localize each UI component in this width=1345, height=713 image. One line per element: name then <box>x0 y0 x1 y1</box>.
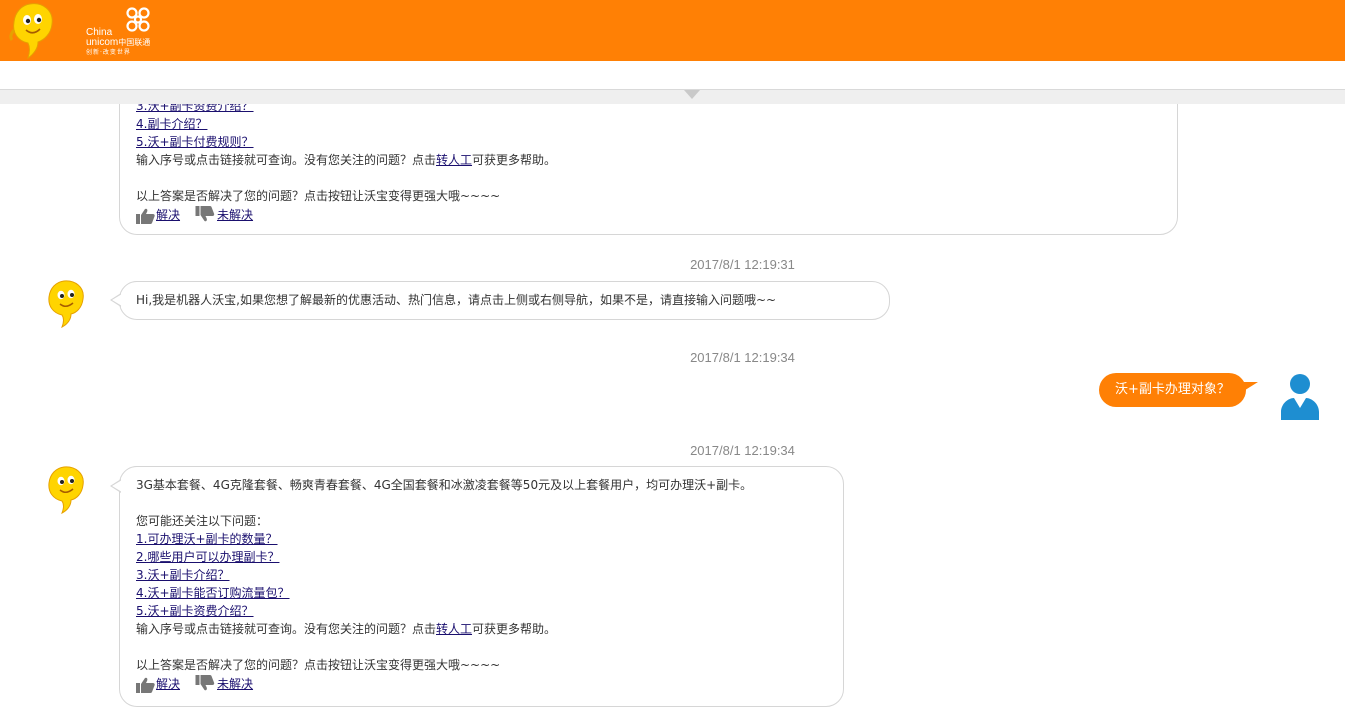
mascot-logo-icon <box>9 3 53 60</box>
thumb-down-icon <box>195 675 215 691</box>
resolved-label: 解决 <box>156 208 181 222</box>
related-question-link[interactable]: 5.沃+副卡资费介绍？ <box>136 602 254 620</box>
unresolved-label: 未解决 <box>217 208 254 222</box>
related-question-link[interactable]: 4.副卡介绍？ <box>136 115 207 133</box>
related-question-link[interactable]: 2.哪些用户可以办理副卡？ <box>136 548 279 566</box>
related-question-link[interactable]: 4.沃+副卡能否订购流量包？ <box>136 584 290 602</box>
thumb-up-icon <box>136 677 155 693</box>
triangle-down-icon[interactable] <box>684 90 700 99</box>
bot-message-bubble: 3.沃+副卡资费介绍？ 4.副卡介绍？ 5.沃+副卡付费规则？ 输入序号或点击链… <box>119 104 1178 235</box>
brand-slogan: 创新·改变世界 <box>86 49 131 56</box>
resolved-button[interactable]: 解决 <box>136 206 180 224</box>
bot-message-bubble: Hi,我是机器人沃宝,如果您想了解最新的优惠活动、热门信息，请点击上侧或右侧导航… <box>110 281 890 320</box>
unresolved-label: 未解决 <box>217 677 254 691</box>
related-question-link[interactable]: 1.可办理沃+副卡的数量？ <box>136 530 278 548</box>
feedback-prompt: 以上答案是否解决了您的问题？点击按钮让沃宝变得更强大哦~~~~ <box>136 189 501 203</box>
help-hint-suffix: 可获更多帮助。 <box>472 153 557 167</box>
user-message-bubble: 沃+副卡办理对象？ <box>1099 373 1258 407</box>
china-unicom-logo: China unicom中国联通 创新·改变世界 <box>86 6 158 58</box>
header-bar: China unicom中国联通 创新·改变世界 <box>0 0 1345 61</box>
thumb-down-icon <box>195 206 215 222</box>
message-timestamp: 2017/8/1 12:19:31 <box>690 257 795 272</box>
divider-strip <box>0 90 1345 104</box>
transfer-to-human-link[interactable]: 转人工 <box>436 153 472 167</box>
related-questions-title: 您可能还关注以下问题： <box>136 514 269 528</box>
thumb-up-icon <box>136 208 155 224</box>
resolved-label: 解决 <box>156 677 181 691</box>
user-message-text: 沃+副卡办理对象？ <box>1115 382 1230 397</box>
related-question-link[interactable]: 5.沃+副卡付费规则？ <box>136 133 254 151</box>
user-avatar-icon <box>1281 374 1319 420</box>
bot-message-bubble: 3G基本套餐、4G克隆套餐、畅爽青春套餐、4G全国套餐和冰激凌套餐等50元及以上… <box>110 466 844 707</box>
related-question-link[interactable]: 3.沃+副卡资费介绍？ <box>136 104 1161 115</box>
feedback-prompt: 以上答案是否解决了您的问题？点击按钮让沃宝变得更强大哦~~~~ <box>136 658 501 672</box>
answer-text: 3G基本套餐、4G克隆套餐、畅爽青春套餐、4G全国套餐和冰激凌套餐等50元及以上… <box>136 478 753 492</box>
greeting-text: Hi,我是机器人沃宝,如果您想了解最新的优惠活动、热门信息，请点击上侧或右侧导航… <box>136 293 777 307</box>
unresolved-button[interactable]: 未解决 <box>194 675 253 693</box>
chat-area[interactable]: 3.沃+副卡资费介绍？ 4.副卡介绍？ 5.沃+副卡付费规则？ 输入序号或点击链… <box>0 104 1345 713</box>
message-timestamp: 2017/8/1 12:19:34 <box>690 443 795 458</box>
robot-mascot-icon <box>48 466 84 514</box>
help-hint: 输入序号或点击链接就可查询。没有您关注的问题？点击转人工可获更多帮助。 <box>136 620 827 638</box>
resolved-button[interactable]: 解决 <box>136 675 180 693</box>
unresolved-button[interactable]: 未解决 <box>194 206 253 224</box>
brand-text: China unicom中国联通 <box>86 28 150 48</box>
related-question-link[interactable]: 3.沃+副卡介绍？ <box>136 566 230 584</box>
help-hint-prefix: 输入序号或点击链接就可查询。没有您关注的问题？点击 <box>136 622 437 636</box>
transfer-to-human-link[interactable]: 转人工 <box>436 622 472 636</box>
help-hint: 输入序号或点击链接就可查询。没有您关注的问题？点击转人工可获更多帮助。 <box>136 151 1161 169</box>
feedback-row: 解决 未解决 <box>136 205 1161 225</box>
brand-cn: 中国联通 <box>118 38 151 47</box>
robot-mascot-icon <box>48 280 84 328</box>
nav-subbar <box>0 61 1345 90</box>
help-hint-prefix: 输入序号或点击链接就可查询。没有您关注的问题？点击 <box>136 153 437 167</box>
help-hint-suffix: 可获更多帮助。 <box>472 622 557 636</box>
feedback-row: 解决 未解决 <box>136 674 827 694</box>
message-timestamp: 2017/8/1 12:19:34 <box>690 350 795 365</box>
